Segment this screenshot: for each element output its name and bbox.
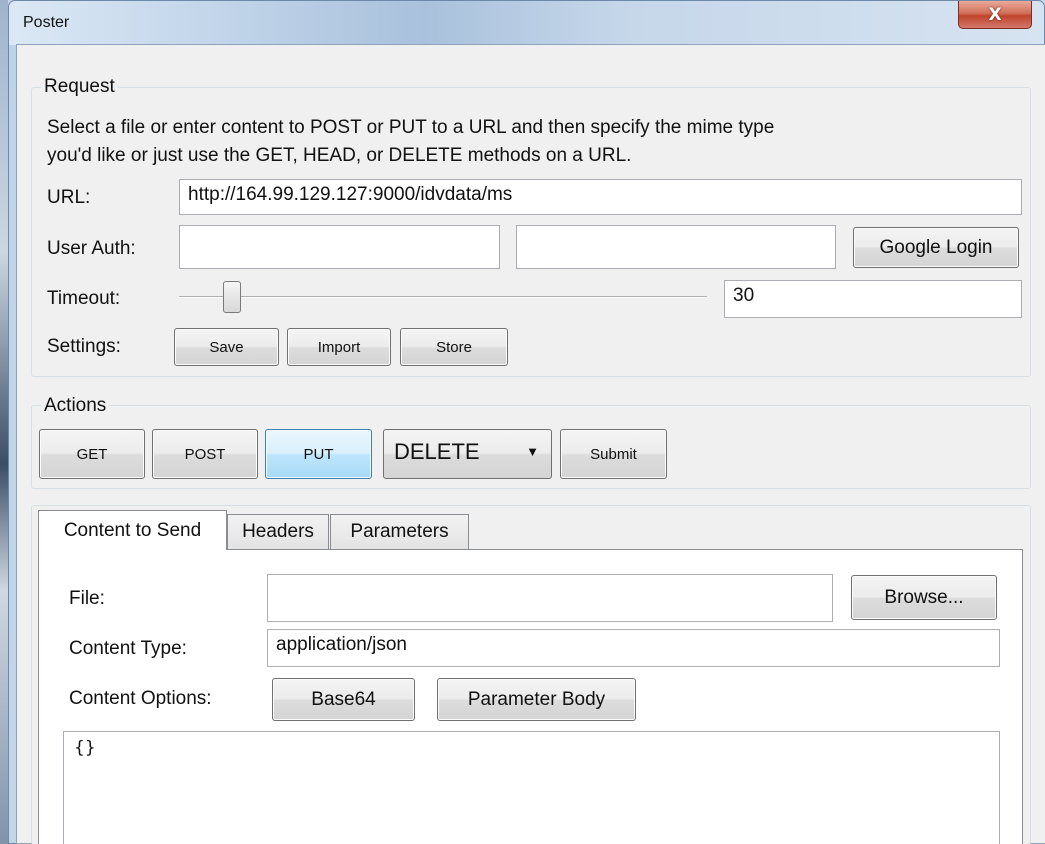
timeout-slider-thumb[interactable]: [222, 281, 241, 313]
content-type-input[interactable]: application/json: [267, 629, 1000, 667]
window-client-area: Request Select a file or enter content t…: [16, 44, 1045, 844]
content-body-textarea[interactable]: {}: [63, 731, 1000, 844]
settings-label: Settings:: [47, 336, 121, 357]
timeout-slider-track[interactable]: [179, 296, 707, 298]
content-type-label: Content Type:: [69, 638, 187, 659]
close-icon: X: [988, 4, 1002, 25]
desktop-background: [0, 0, 8, 844]
user-auth-password-input[interactable]: [516, 225, 836, 269]
user-auth-username-input[interactable]: [179, 225, 500, 269]
content-options-label: Content Options:: [69, 688, 212, 709]
user-auth-label: User Auth:: [47, 238, 136, 259]
browse-button[interactable]: Browse...: [851, 575, 997, 620]
get-button[interactable]: GET: [39, 429, 145, 479]
request-description-line2: you'd like or just use the GET, HEAD, or…: [47, 145, 632, 166]
parameter-body-button[interactable]: Parameter Body: [437, 678, 636, 721]
request-legend: Request: [41, 76, 118, 98]
import-settings-button[interactable]: Import: [287, 328, 391, 366]
chevron-down-icon: ▼: [526, 444, 539, 459]
tab-content-to-send[interactable]: Content to Send: [38, 510, 227, 550]
submit-button[interactable]: Submit: [560, 429, 667, 479]
url-label: URL:: [47, 187, 91, 208]
actions-legend: Actions: [41, 395, 110, 417]
tab-parameters[interactable]: Parameters: [330, 514, 469, 549]
request-description-line1: Select a file or enter content to POST o…: [47, 117, 775, 138]
window-title: Poster: [23, 14, 70, 31]
close-button[interactable]: X: [958, 1, 1032, 29]
file-input[interactable]: [267, 574, 833, 622]
timeout-input[interactable]: 30: [724, 280, 1022, 318]
timeout-label: Timeout:: [47, 288, 121, 309]
method-select-value: DELETE: [394, 439, 480, 464]
post-button[interactable]: POST: [152, 429, 258, 479]
method-select[interactable]: DELETE ▼: [383, 429, 552, 479]
base64-button[interactable]: Base64: [272, 678, 415, 721]
save-settings-button[interactable]: Save: [174, 328, 279, 366]
google-login-button[interactable]: Google Login: [853, 227, 1019, 268]
tab-headers[interactable]: Headers: [227, 514, 329, 549]
url-input[interactable]: http://164.99.129.127:9000/idvdata/ms: [179, 179, 1022, 215]
store-settings-button[interactable]: Store: [400, 328, 508, 366]
title-bar[interactable]: Poster: [9, 1, 1044, 45]
file-label: File:: [69, 588, 105, 609]
put-button[interactable]: PUT: [265, 429, 372, 479]
